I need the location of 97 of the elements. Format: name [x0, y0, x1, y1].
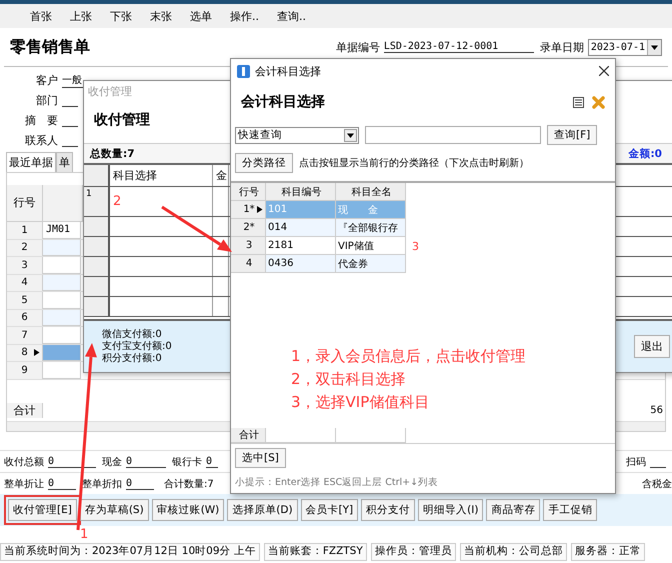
field-label: 摘 要 — [24, 113, 58, 128]
input-field[interactable]: 0 — [126, 478, 154, 490]
column-header: 金 — [213, 165, 229, 186]
total-quantity: 总数量:7 — [90, 146, 135, 160]
window-title: 会计科目选择 — [255, 64, 321, 78]
tip-text: 小提示：Enter选择 ESC返回上层 Ctrl+↓列表 — [235, 476, 440, 489]
field-label: 单据编号 — [336, 40, 380, 54]
annotation-text: 1，录入会员信息后，点击收付管理 — [291, 347, 527, 366]
field-label: 银行卡 — [172, 456, 202, 468]
input-field[interactable]: 0 — [48, 456, 96, 468]
row-number: 3 — [231, 237, 266, 255]
menu-item[interactable]: 上张 — [70, 8, 92, 24]
tab[interactable]: 单 — [56, 152, 73, 172]
annotation-text: 2，双击科目选择 — [291, 370, 407, 389]
row-number: 2 — [7, 240, 43, 256]
column-header: 科目选择 — [110, 165, 213, 186]
field-label: 收付总额 — [4, 456, 44, 468]
toolbar-button[interactable]: 手工促销 — [543, 499, 598, 521]
field-label: 整单折扣 — [82, 478, 122, 490]
summary-text: 支付宝支付额:0 — [102, 340, 172, 352]
input-field[interactable]: 0 — [126, 456, 166, 468]
amount-text: 金额:0 — [628, 146, 662, 160]
row-number: 1* — [231, 201, 266, 219]
date-picker[interactable]: 2023-07-1 — [588, 38, 662, 56]
annotation-text: 3，选择VIP储值科目 — [291, 393, 430, 412]
window-title: 收付管理 — [87, 84, 132, 100]
tab[interactable]: 最近单据 — [6, 152, 56, 172]
summary-text: 微信支付额:0 — [102, 328, 163, 340]
field-label: 联系人 — [24, 133, 58, 148]
field-label: 客户 — [35, 73, 58, 88]
total-label: 合计 — [231, 428, 266, 443]
document-number-field[interactable]: LSD-2023-07-12-0001 — [384, 41, 534, 53]
table-cell[interactable]: VIP储值 — [336, 237, 406, 255]
annotation-number: 3 — [412, 240, 419, 252]
mode-dropdown[interactable]: 快速查询 — [235, 126, 359, 144]
toolbar-button[interactable]: 审核过账(W) — [152, 499, 224, 521]
exit-button[interactable]: 退出 — [634, 335, 670, 358]
row-number: 9 — [7, 362, 43, 379]
table-cell[interactable]: 2 — [110, 187, 213, 216]
field-label: 现金 — [102, 456, 122, 468]
summary-text: 合计数量:7 — [164, 478, 214, 490]
select-button[interactable]: 选中[S] — [235, 448, 286, 468]
status-text: 当前系统时间为：2023年07月12日 10时09分 上午 — [0, 543, 260, 561]
row-number: 6 — [7, 310, 43, 326]
field-label: 录单日期 — [540, 40, 584, 54]
table-cell: JM01 — [43, 222, 81, 239]
row-number: 4 — [231, 255, 266, 273]
dialog-heading: 会计科目选择 — [241, 93, 325, 111]
table-cell[interactable]: 2181 — [266, 237, 336, 255]
row-number: 4 — [7, 274, 43, 292]
table-cell[interactable]: 代金券 — [336, 255, 406, 273]
summary-text: 积分支付额:0 — [102, 352, 163, 364]
toolbar-button[interactable]: 商品寄存 — [486, 499, 540, 521]
status-text: 当前机构：公司总部 — [460, 543, 567, 561]
menu-item[interactable]: 查询.. — [277, 8, 306, 24]
table-cell[interactable]: 『全部银行存 — [336, 219, 406, 237]
annotation-number: 2 — [113, 194, 122, 209]
row-number: 8 — [7, 344, 43, 362]
row-number: 5 — [7, 292, 43, 309]
input-field[interactable]: 0 — [206, 456, 218, 468]
window-heading: 收付管理 — [94, 111, 150, 129]
column-header: 行号 — [231, 183, 266, 201]
input-field[interactable]: 0 — [48, 478, 76, 490]
total-value: 56 — [650, 405, 664, 416]
menu-item[interactable]: 下张 — [110, 8, 132, 24]
menu-item[interactable]: 首张 — [30, 8, 52, 24]
total-label: 合计 — [7, 403, 43, 418]
field-label: 整单折让 — [4, 478, 44, 490]
status-text: 操作员：管理员 — [370, 543, 456, 561]
path-button[interactable]: 分类路径 — [235, 153, 293, 173]
toolbar-button[interactable]: 存为草稿(S) — [80, 499, 149, 521]
toolbar-button[interactable]: 会员卡[Y] — [300, 499, 358, 521]
status-text: 服务器：正常 — [570, 543, 645, 561]
toolbar-button[interactable]: 选择原单(D) — [227, 499, 298, 521]
annotation-number: 1 — [80, 527, 88, 542]
column-header: 科目编号 — [266, 183, 336, 201]
toolbar-button[interactable]: 明细导入(I) — [418, 499, 484, 521]
row-number: 1 — [84, 187, 110, 216]
toolbar-button[interactable]: 积分支付 — [361, 499, 416, 521]
table-cell[interactable]: 014 — [266, 219, 336, 237]
search-button[interactable]: 查询[F] — [547, 125, 598, 145]
column-header: 科目全名 — [336, 183, 406, 201]
row-number: 7 — [7, 327, 43, 344]
field-label: 部门 — [35, 93, 58, 108]
status-text: 当前账套：FZZTSY — [264, 543, 367, 561]
document-title: 零售销售单 — [10, 36, 90, 58]
summary-text: 含税金 — [642, 478, 672, 490]
menu-item[interactable]: 选单 — [190, 8, 212, 24]
hint-text: 点击按钮显示当前行的分类路径（下次点击时刷新） — [299, 156, 529, 170]
row-number: 3 — [7, 257, 43, 274]
menu-item[interactable]: 末张 — [150, 8, 172, 24]
row-number: 1 — [7, 222, 43, 239]
menu-item[interactable]: 操作.. — [230, 8, 259, 24]
row-number: 2* — [231, 219, 266, 237]
field-label: 扫码 — [626, 456, 646, 468]
table-cell[interactable]: 0436 — [266, 255, 336, 273]
column-header: 行号 — [7, 185, 43, 221]
